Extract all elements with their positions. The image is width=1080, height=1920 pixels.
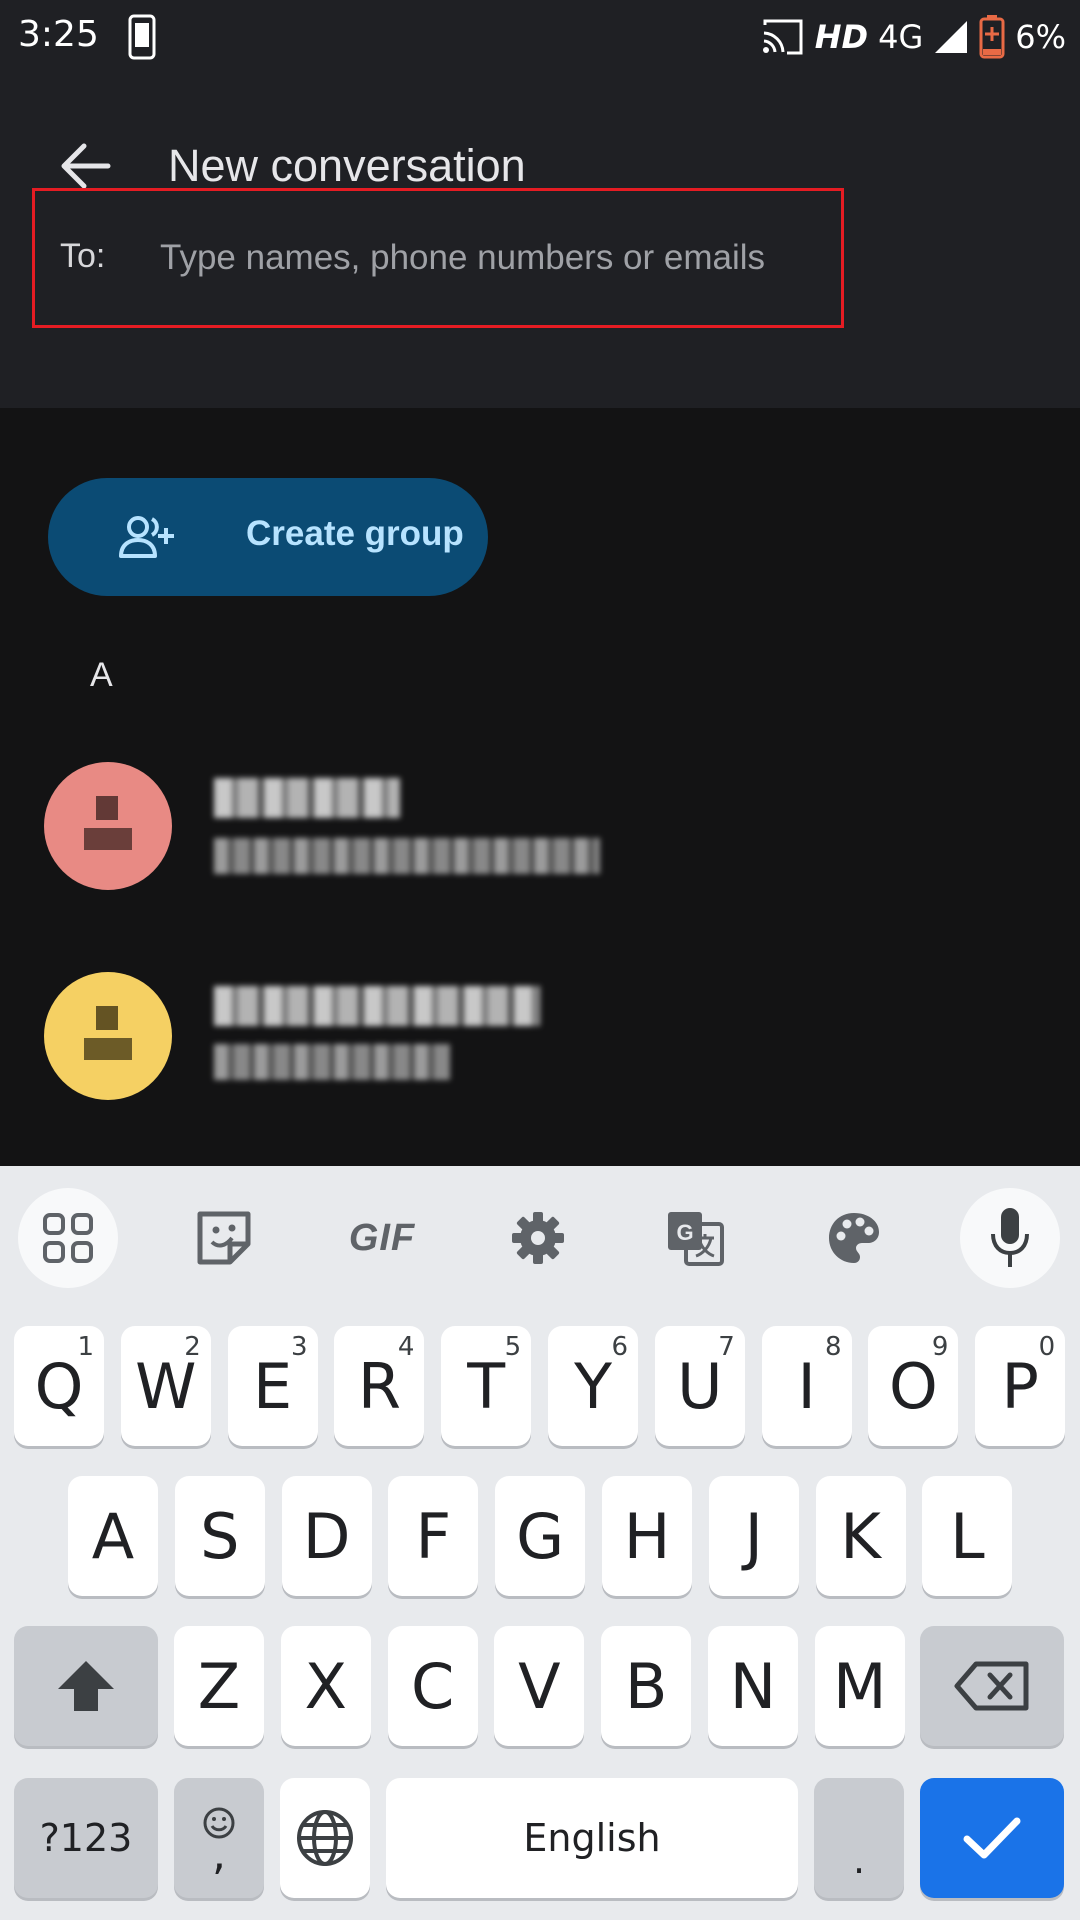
key-label: E xyxy=(253,1349,293,1423)
key-d[interactable]: D xyxy=(281,1476,372,1596)
key-n[interactable]: N xyxy=(708,1626,798,1746)
key-hint: 8 xyxy=(825,1332,842,1362)
enter-key[interactable] xyxy=(920,1778,1064,1898)
symbols-key[interactable]: ?123 xyxy=(14,1778,158,1898)
key-s[interactable]: S xyxy=(174,1476,265,1596)
contact-name-redacted xyxy=(214,986,540,1026)
create-group-label: Create group xyxy=(246,514,464,553)
key-hint: 2 xyxy=(184,1332,201,1362)
key-w[interactable]: W2 xyxy=(120,1326,211,1446)
gif-label: GIF xyxy=(348,1216,416,1259)
sticker-icon[interactable] xyxy=(174,1188,274,1288)
key-j[interactable]: J xyxy=(708,1476,799,1596)
backspace-icon xyxy=(954,1661,1029,1711)
key-label: Q xyxy=(34,1349,84,1423)
comma-label: , xyxy=(212,1829,226,1880)
person-icon xyxy=(84,1006,132,1060)
recipient-input[interactable] xyxy=(160,230,820,286)
contact-name-redacted xyxy=(214,778,400,818)
add-group-icon xyxy=(119,516,174,558)
microphone-icon[interactable] xyxy=(960,1188,1060,1288)
key-hint: 1 xyxy=(77,1332,94,1362)
period-key[interactable]: . xyxy=(814,1778,904,1898)
key-e[interactable]: E3 xyxy=(227,1326,318,1446)
space-key[interactable]: English xyxy=(386,1778,798,1898)
language-key[interactable] xyxy=(280,1778,370,1898)
status-bar: 3:25 HD 4G 6% xyxy=(0,0,1080,76)
key-m[interactable]: M xyxy=(814,1626,905,1746)
key-z[interactable]: Z xyxy=(174,1626,264,1746)
key-label: R xyxy=(357,1349,401,1423)
phone-icon xyxy=(128,14,156,60)
contact-item[interactable] xyxy=(0,742,1080,902)
network-type: 4G xyxy=(878,18,924,56)
globe-icon xyxy=(297,1810,353,1866)
key-hint: 6 xyxy=(611,1332,628,1362)
gif-button[interactable]: GIF xyxy=(332,1188,432,1288)
key-hint: 9 xyxy=(931,1332,949,1362)
shift-arrow-icon xyxy=(58,1661,114,1711)
key-x[interactable]: X xyxy=(280,1626,371,1746)
cast-icon xyxy=(762,19,803,55)
key-f[interactable]: F xyxy=(388,1476,479,1596)
key-r[interactable]: R4 xyxy=(334,1326,425,1446)
create-group-button[interactable]: Create group xyxy=(48,478,488,596)
status-time: 3:25 xyxy=(18,14,99,55)
contact-avatar xyxy=(44,972,172,1100)
key-g[interactable]: G xyxy=(495,1476,586,1596)
page-title: New conversation xyxy=(168,140,526,191)
key-c[interactable]: C xyxy=(387,1626,478,1746)
key-label: P xyxy=(1001,1349,1039,1423)
key-q[interactable]: Q1 xyxy=(14,1326,104,1446)
keyboard-toolbar: GIF G xyxy=(0,1166,1080,1296)
key-o[interactable]: O9 xyxy=(868,1326,959,1446)
palette-icon[interactable] xyxy=(804,1188,904,1288)
checkmark-icon xyxy=(963,1817,1021,1859)
backspace-key[interactable] xyxy=(920,1626,1064,1746)
key-t[interactable]: T5 xyxy=(441,1326,532,1446)
back-arrow-icon[interactable] xyxy=(54,136,114,196)
key-hint: 3 xyxy=(291,1332,308,1362)
apps-grid-icon[interactable] xyxy=(18,1188,118,1288)
emoji-comma-key[interactable]: , xyxy=(174,1778,264,1898)
svg-text:G: G xyxy=(676,1220,693,1245)
hd-indicator: HD xyxy=(814,18,869,56)
key-k[interactable]: K xyxy=(815,1476,906,1596)
key-i[interactable]: I8 xyxy=(761,1326,852,1446)
signal-icon xyxy=(935,21,968,53)
key-u[interactable]: U7 xyxy=(654,1326,745,1446)
shift-key[interactable] xyxy=(14,1626,158,1746)
to-label: To: xyxy=(60,237,106,275)
status-icons: HD 4G 6% xyxy=(761,12,1066,62)
gear-icon[interactable] xyxy=(488,1188,588,1288)
contact-detail-redacted xyxy=(214,838,600,874)
key-y[interactable]: Y6 xyxy=(548,1326,638,1446)
key-hint: 4 xyxy=(397,1332,415,1362)
key-label: T xyxy=(467,1349,506,1423)
translate-icon[interactable]: G xyxy=(646,1188,746,1288)
key-v[interactable]: V xyxy=(494,1626,585,1746)
key-l[interactable]: L xyxy=(922,1476,1013,1596)
key-p[interactable]: P0 xyxy=(975,1326,1066,1446)
battery-percent: 6% xyxy=(1015,18,1066,56)
key-hint: 0 xyxy=(1038,1332,1056,1362)
key-hint: 5 xyxy=(504,1332,522,1362)
key-label: U xyxy=(677,1349,723,1423)
person-icon xyxy=(84,796,132,850)
contact-item[interactable] xyxy=(0,954,1080,1114)
key-label: Y xyxy=(574,1349,612,1423)
screen: 3:25 HD 4G 6% New conversation To: Type … xyxy=(0,0,1080,1920)
contact-avatar xyxy=(44,762,172,890)
section-letter: A xyxy=(90,656,113,694)
key-h[interactable]: H xyxy=(602,1476,692,1596)
key-label: O xyxy=(888,1349,938,1423)
keyboard: G I F G Q 1 W 2 E 3 R 4 T 5 Y 6 U 7 I 8 O … xyxy=(0,1166,1080,1920)
key-label: I xyxy=(797,1349,816,1423)
key-b[interactable]: B xyxy=(601,1626,692,1746)
key-a[interactable]: A xyxy=(68,1476,158,1596)
key-hint: 7 xyxy=(718,1332,735,1362)
battery-icon xyxy=(979,15,1005,59)
contact-detail-redacted xyxy=(214,1044,450,1080)
